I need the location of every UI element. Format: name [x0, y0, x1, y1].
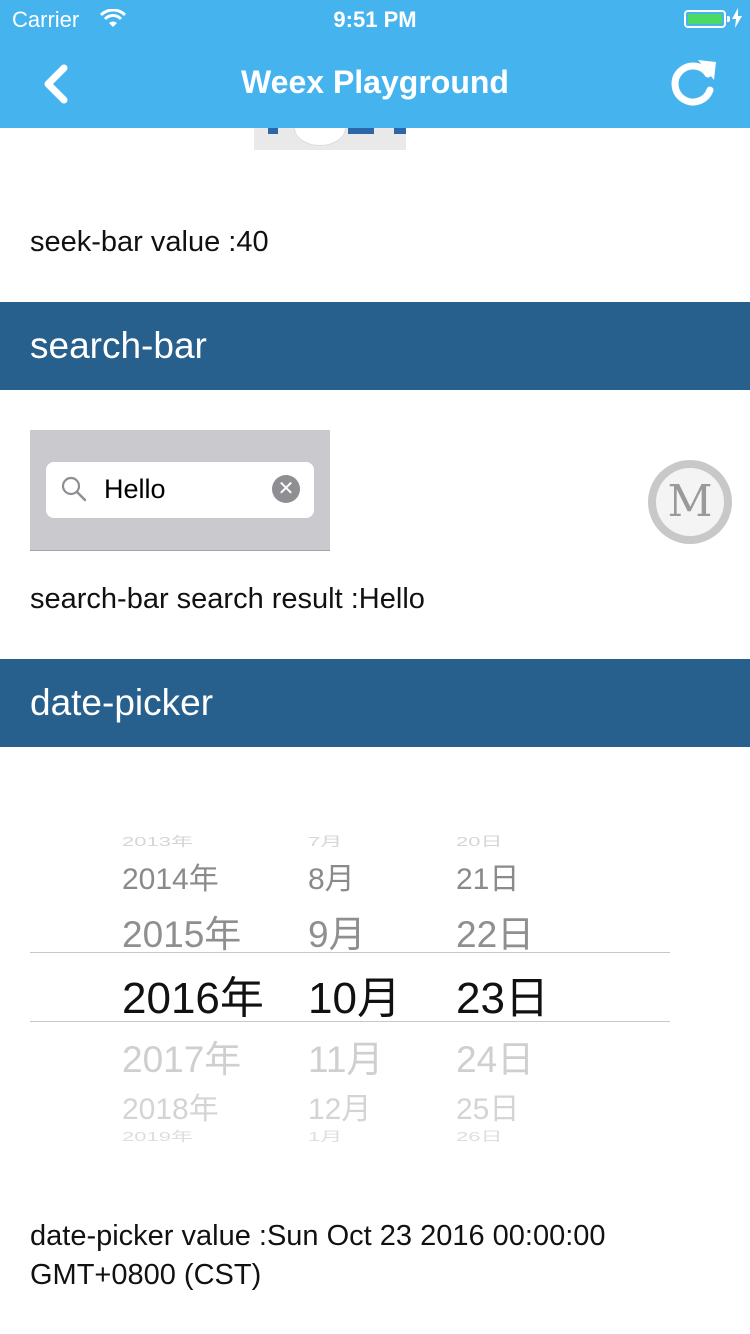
m-logo-icon: M: [656, 468, 724, 536]
year-option[interactable]: 2015年: [122, 904, 241, 958]
month-option[interactable]: 11月: [308, 1029, 383, 1083]
year-option[interactable]: 2014年: [122, 854, 219, 898]
month-option[interactable]: 7月: [308, 831, 342, 850]
day-option-selected[interactable]: 23日: [456, 962, 549, 1026]
month-option[interactable]: 8月: [308, 854, 355, 898]
floating-menu-button[interactable]: M: [648, 460, 732, 544]
refresh-icon: [671, 60, 716, 106]
search-bar: Hello ✕: [30, 430, 330, 551]
month-option-selected[interactable]: 10月: [308, 962, 401, 1026]
month-option[interactable]: 12月: [308, 1084, 371, 1128]
navigation-bar: Weex Playground: [0, 40, 750, 128]
day-option[interactable]: 25日: [456, 1084, 519, 1128]
year-option[interactable]: 2019年: [122, 1126, 193, 1145]
month-option[interactable]: 1月: [308, 1126, 342, 1145]
status-bar: Carrier 9:51 PM: [0, 0, 750, 40]
date-picker-value-line-2: GMT+0800 (CST): [30, 1259, 262, 1291]
seek-bar-image: [254, 128, 406, 150]
section-header-search-bar: search-bar: [0, 302, 750, 390]
day-option[interactable]: 26日: [456, 1126, 502, 1145]
day-option[interactable]: 20日: [456, 831, 502, 850]
page-title: Weex Playground: [241, 64, 509, 100]
year-option[interactable]: 2013年: [122, 831, 193, 850]
year-option-selected[interactable]: 2016年: [122, 962, 264, 1026]
clock: 9:51 PM: [333, 7, 417, 32]
date-picker-wheel[interactable]: 2013年 2014年 2015年 2016年 2017年 2018年 2019年 7月 8月…: [30, 812, 670, 1152]
date-picker-value-line-1: date-picker value :Sun Oct 23 2016 00:00…: [30, 1220, 606, 1252]
year-column[interactable]: 2013年 2014年 2015年 2016年 2017年 2018年 2019年: [122, 812, 282, 1152]
refresh-button[interactable]: [668, 56, 720, 108]
year-option[interactable]: 2018年: [122, 1084, 219, 1128]
day-option[interactable]: 24日: [456, 1029, 534, 1083]
search-input[interactable]: Hello ✕: [46, 462, 314, 518]
charging-icon: [732, 8, 742, 34]
search-icon: [60, 475, 88, 508]
day-option[interactable]: 22日: [456, 904, 534, 958]
clear-icon[interactable]: ✕: [272, 475, 300, 503]
month-option[interactable]: 9月: [308, 904, 366, 958]
battery-icon: [684, 10, 730, 28]
day-option[interactable]: 21日: [456, 854, 519, 898]
day-column[interactable]: 20日 21日 22日 23日 24日 25日 26日: [456, 812, 566, 1152]
seek-bar-value: seek-bar value :40: [30, 226, 269, 258]
search-input-value: Hello: [104, 474, 166, 504]
year-option[interactable]: 2017年: [122, 1029, 241, 1083]
search-result-text: search-bar search result :Hello: [30, 583, 425, 615]
month-column[interactable]: 7月 8月 9月 10月 11月 12月 1月: [308, 812, 418, 1152]
section-header-date-picker: date-picker: [0, 659, 750, 747]
